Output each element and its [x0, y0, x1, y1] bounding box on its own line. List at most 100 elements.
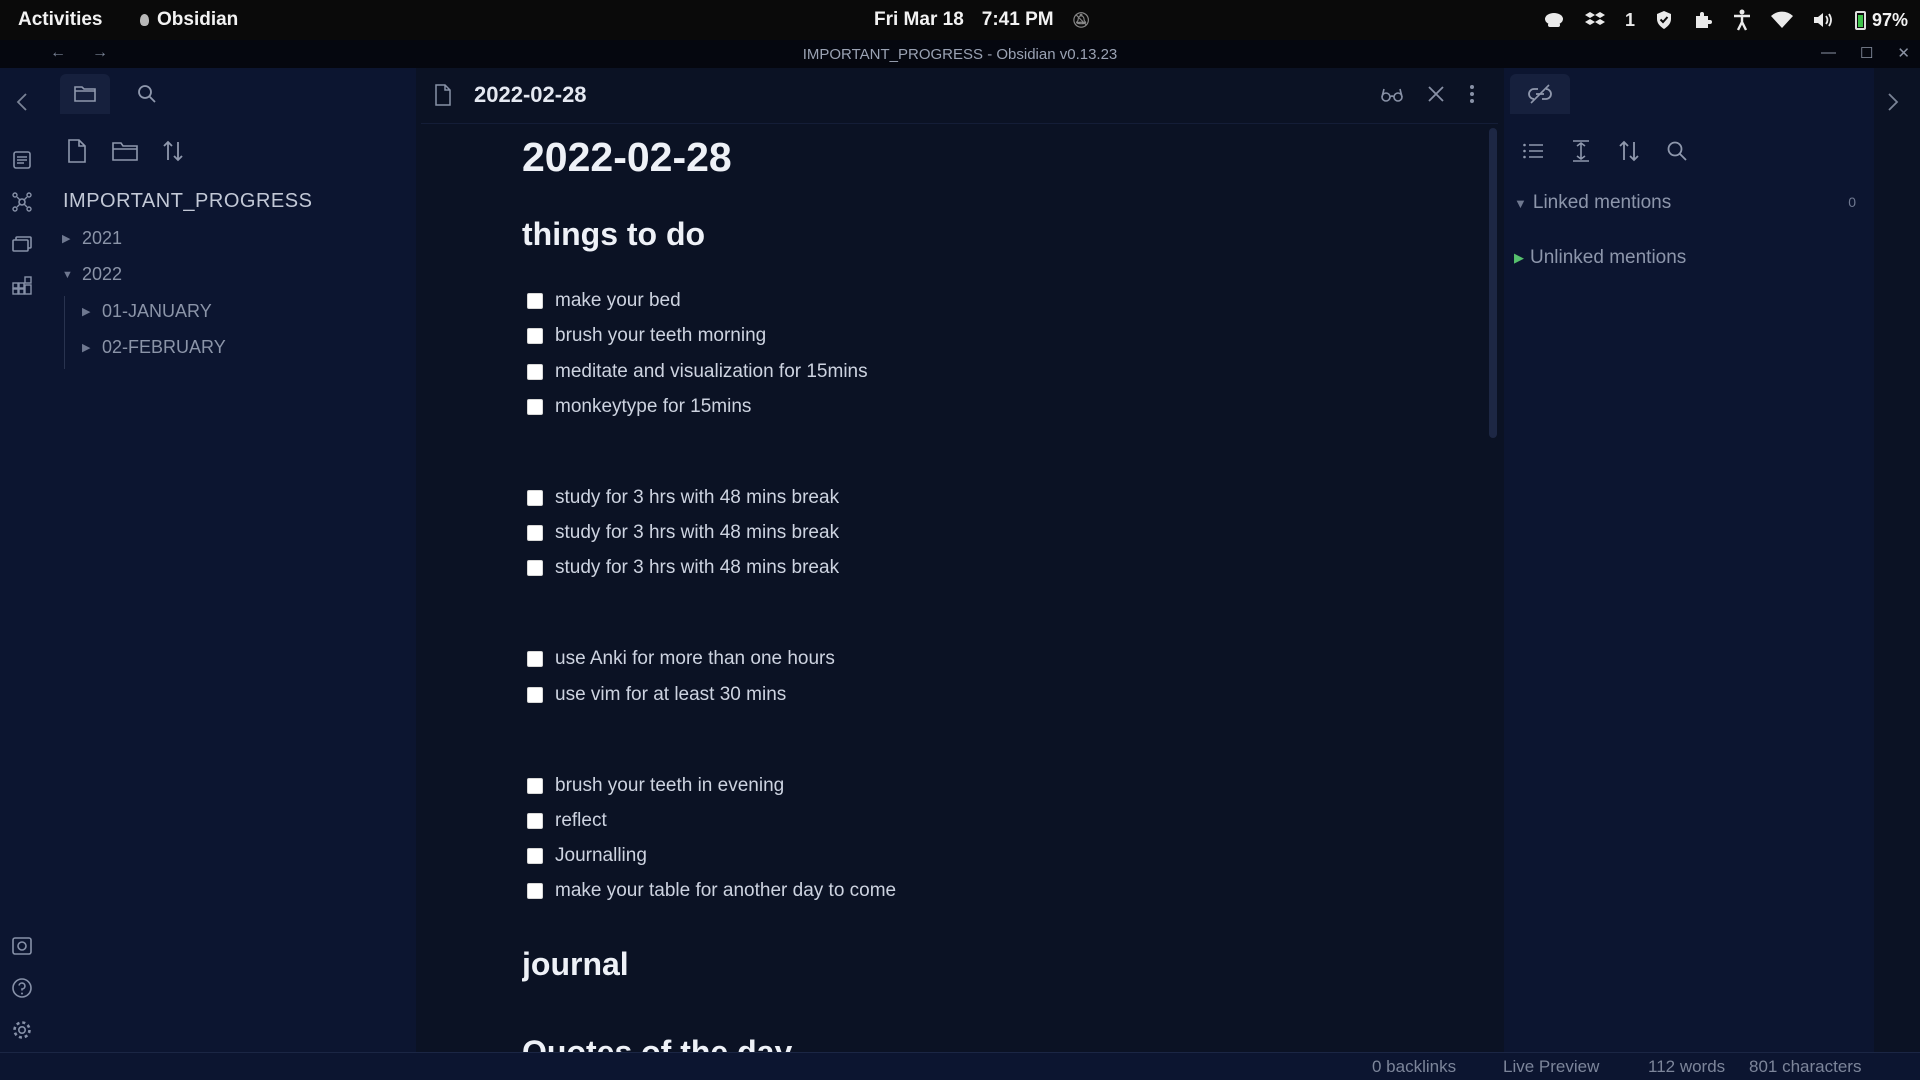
- collapse-left-sidebar-icon[interactable]: [10, 90, 34, 114]
- task-checkbox[interactable]: [527, 560, 543, 576]
- help-icon[interactable]: [10, 976, 34, 1000]
- clock-time: 7:41 PM: [981, 9, 1054, 30]
- settings-gear-icon[interactable]: [10, 1018, 34, 1042]
- folder-2021[interactable]: ▶ 2021: [62, 228, 122, 249]
- task-checkbox[interactable]: [527, 848, 543, 864]
- screen: Activities Obsidian Fri Mar 18 7:41 PM 🔕…: [0, 0, 1920, 1080]
- file-icon: [434, 84, 452, 106]
- slides-icon[interactable]: [10, 232, 34, 256]
- editor-scrollbar[interactable]: [1489, 128, 1497, 438]
- battery-percent: 97%: [1871, 9, 1908, 30]
- task-item: use Anki for more than one hours: [527, 648, 835, 670]
- folder-2022[interactable]: ▼ 2022: [62, 264, 122, 285]
- caret-right-icon: ▶: [1514, 250, 1524, 265]
- section-heading-todo: things to do: [522, 216, 706, 252]
- folder-label: 01-JANUARY: [102, 301, 212, 321]
- task-checkbox[interactable]: [527, 364, 543, 380]
- app-menu[interactable]: Obsidian: [140, 9, 238, 31]
- maximize-button[interactable]: ☐: [1860, 44, 1873, 62]
- shield-icon[interactable]: [1655, 10, 1673, 30]
- task-checkbox[interactable]: [527, 778, 543, 794]
- caret-right-icon: ▶: [62, 233, 71, 245]
- app-menu-label: Obsidian: [157, 9, 239, 30]
- activities-button[interactable]: Activities: [18, 9, 102, 31]
- clock[interactable]: Fri Mar 18 7:41 PM 🔕︎: [874, 9, 1091, 31]
- sort-order-icon[interactable]: [1616, 138, 1642, 164]
- tray-counter[interactable]: 1: [1625, 10, 1635, 31]
- status-editing-mode[interactable]: Live Preview: [1503, 1057, 1599, 1077]
- more-options-icon[interactable]: [1468, 82, 1476, 106]
- task-label: make your bed: [555, 290, 681, 311]
- task-checkbox[interactable]: [527, 293, 543, 309]
- collapse-results-icon[interactable]: [1568, 138, 1594, 164]
- status-backlinks[interactable]: 0 backlinks: [1372, 1057, 1456, 1077]
- tab-file-explorer[interactable]: [60, 74, 110, 114]
- editor-actions: [1380, 82, 1476, 106]
- task-checkbox[interactable]: [527, 328, 543, 344]
- new-folder-icon[interactable]: [112, 138, 138, 164]
- left-sidebar-tabs: [44, 68, 416, 114]
- task-checkbox[interactable]: [527, 490, 543, 506]
- unlinked-mentions-header[interactable]: ▶ Unlinked mentions: [1514, 247, 1686, 269]
- tree-indent-guide: [64, 296, 65, 369]
- section-heading-journal: journal: [522, 946, 629, 982]
- caret-down-icon: ▼: [62, 268, 73, 281]
- task-label: meditate and visualization for 15mins: [555, 361, 868, 382]
- caffeine-icon[interactable]: [1543, 11, 1565, 29]
- kanban-board-icon[interactable]: [10, 274, 34, 298]
- dropbox-icon[interactable]: [1584, 11, 1605, 29]
- linked-mentions-header[interactable]: ▼ Linked mentions: [1514, 192, 1671, 214]
- task-item: meditate and visualization for 15mins: [527, 361, 868, 383]
- note-title[interactable]: 2022-02-28: [474, 82, 587, 108]
- linked-mentions-label: Linked mentions: [1532, 192, 1672, 213]
- open-vault-icon[interactable]: [10, 934, 34, 958]
- battery-icon: [1854, 10, 1866, 30]
- task-checkbox[interactable]: [527, 687, 543, 703]
- task-item: study for 3 hrs with 48 mins break: [527, 522, 839, 544]
- caret-right-icon: ▶: [82, 306, 91, 318]
- vault-name[interactable]: IMPORTANT_PROGRESS: [63, 190, 312, 213]
- task-checkbox[interactable]: [527, 399, 543, 415]
- window-title-bar: ← → IMPORTANT_PROGRESS - Obsidian v0.13.…: [0, 40, 1920, 68]
- minimize-button[interactable]: —: [1821, 44, 1836, 62]
- task-label: reflect: [555, 810, 607, 831]
- task-checkbox[interactable]: [527, 525, 543, 541]
- folder-label: 2021: [82, 228, 123, 248]
- task-label: study for 3 hrs with 48 mins break: [555, 557, 840, 578]
- task-checkbox[interactable]: [527, 813, 543, 829]
- task-item: study for 3 hrs with 48 mins break: [527, 487, 839, 509]
- search-icon: [138, 85, 156, 103]
- expand-right-sidebar-icon[interactable]: [1886, 92, 1900, 112]
- note-content[interactable]: 2022-02-28 things to do make your bed br…: [522, 124, 1422, 1052]
- battery-indicator[interactable]: 97%: [1854, 9, 1908, 31]
- task-item: brush your teeth morning: [527, 325, 766, 347]
- tab-search[interactable]: [122, 74, 172, 114]
- status-word-count: 112 words: [1648, 1057, 1726, 1076]
- note-heading: 2022-02-28: [522, 134, 732, 180]
- section-heading-quotes: Quotes of the day: [522, 1034, 793, 1052]
- folder-01-january[interactable]: ▶ 01-JANUARY: [82, 301, 212, 322]
- task-label: brush your teeth in evening: [555, 775, 785, 796]
- list-icon[interactable]: [1520, 138, 1546, 164]
- folder-02-february[interactable]: ▶ 02-FEBRUARY: [82, 337, 226, 358]
- backlinks-pane: ▼ Linked mentions 0 ▶ Unlinked mentions: [1504, 68, 1874, 1052]
- reading-view-glasses-icon[interactable]: [1380, 82, 1404, 106]
- search-icon[interactable]: [1664, 138, 1690, 164]
- new-note-icon[interactable]: [64, 138, 90, 164]
- task-label: monkeytype for 15mins: [555, 396, 752, 417]
- graph-view-icon[interactable]: [10, 190, 34, 214]
- tab-backlinks[interactable]: [1510, 74, 1570, 114]
- volume-icon[interactable]: [1813, 11, 1835, 29]
- quick-switcher-icon[interactable]: [10, 148, 34, 172]
- task-checkbox[interactable]: [527, 883, 543, 899]
- task-label: study for 3 hrs with 48 mins break: [555, 487, 840, 508]
- wifi-icon[interactable]: [1770, 11, 1793, 29]
- sort-order-icon[interactable]: [160, 138, 186, 164]
- task-checkbox[interactable]: [527, 651, 543, 667]
- close-tab-icon[interactable]: [1426, 82, 1446, 106]
- obsidian-app-icon: [140, 14, 149, 26]
- accessibility-icon[interactable]: [1733, 9, 1751, 31]
- editor-header: 2022-02-28: [421, 68, 1498, 124]
- close-window-button[interactable]: ✕: [1897, 44, 1910, 62]
- extensions-puzzle-icon[interactable]: [1693, 10, 1713, 30]
